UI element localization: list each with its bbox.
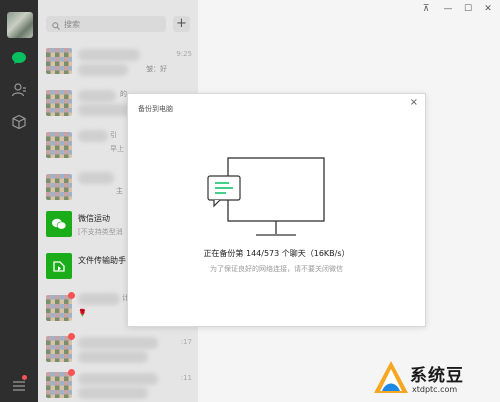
chat-time: :11 <box>180 374 192 382</box>
preview-snippet: 皱：好 <box>146 65 167 73</box>
watermark-brand: 系统豆 <box>410 366 464 386</box>
menu-notification-dot <box>22 375 27 380</box>
search-icon <box>52 15 60 34</box>
blurred-preview <box>78 64 128 76</box>
maximize-button[interactable]: ☐ <box>462 4 474 14</box>
user-avatar[interactable] <box>7 12 33 38</box>
blurred-preview <box>78 351 148 363</box>
unread-badge <box>68 292 75 299</box>
blurred-name <box>78 373 158 385</box>
backup-progress-text: 正在备份第 144/573 个聊天（16KB/s） <box>203 249 350 258</box>
chat-time: 9:25 <box>176 50 192 58</box>
close-window-button[interactable]: ✕ <box>482 4 494 14</box>
blurred-name <box>78 293 120 305</box>
preview-snippet: 引 <box>110 131 117 139</box>
preview-snippet: 的 <box>120 90 127 98</box>
unread-badge <box>68 333 75 340</box>
chat-preview: 早上 <box>110 145 124 153</box>
blurred-name <box>78 172 114 184</box>
avatar <box>46 48 72 74</box>
blurred-name <box>78 130 108 142</box>
blurred-name <box>78 49 140 61</box>
blurred-preview <box>78 104 133 116</box>
avatar <box>46 295 72 321</box>
wechat-sport-avatar <box>46 211 72 237</box>
pin-icon[interactable]: ⊼ <box>420 4 432 14</box>
minimize-button[interactable]: — <box>442 4 454 14</box>
avatar <box>46 90 72 116</box>
chat-icon[interactable] <box>11 50 27 66</box>
dialog-close-button[interactable]: × <box>410 97 418 108</box>
blurred-preview <box>78 387 148 399</box>
avatar <box>46 132 72 158</box>
unread-badge <box>68 369 75 376</box>
backup-hint-text: 为了保证良好的网络连接，请不要关闭微信 <box>210 265 343 273</box>
watermark-logo <box>374 361 408 393</box>
avatar <box>46 174 72 200</box>
menu-icon[interactable] <box>11 378 27 394</box>
watermark-url: xtdptc.com <box>412 385 458 394</box>
add-chat-button[interactable]: + <box>173 16 190 32</box>
dialog-title: 备份到电脑 <box>138 105 173 113</box>
blurred-name <box>78 337 158 349</box>
computer-backup-illustration <box>207 157 325 236</box>
search-input[interactable]: 搜索 <box>46 16 166 32</box>
backup-dialog: 备份到电脑 × 正在备份第 144/573 个聊天（16KB/s） 为了保证良好… <box>127 93 426 327</box>
favorites-cube-icon[interactable] <box>11 114 27 130</box>
preview-snippet: 主 <box>116 187 123 195</box>
chat-time: :17 <box>180 338 192 346</box>
contacts-icon[interactable] <box>11 82 27 98</box>
watermark: 系统豆 xtdptc.com <box>368 355 500 402</box>
chat-list-item[interactable]: :11 <box>38 366 198 402</box>
chat-name: 微信运动 <box>78 214 110 223</box>
file-transfer-avatar <box>46 253 72 279</box>
chat-preview: [不支持类型消 <box>78 228 123 236</box>
blurred-name <box>78 90 116 102</box>
avatar <box>46 372 72 398</box>
chat-list-item[interactable]: 皱：好 9:25 <box>38 42 198 84</box>
search-placeholder: 搜索 <box>64 19 80 29</box>
nav-rail <box>0 0 38 402</box>
chat-name: 文件传输助手 <box>78 256 126 265</box>
emoji-icon: 🌹 <box>78 309 87 317</box>
avatar <box>46 336 72 362</box>
